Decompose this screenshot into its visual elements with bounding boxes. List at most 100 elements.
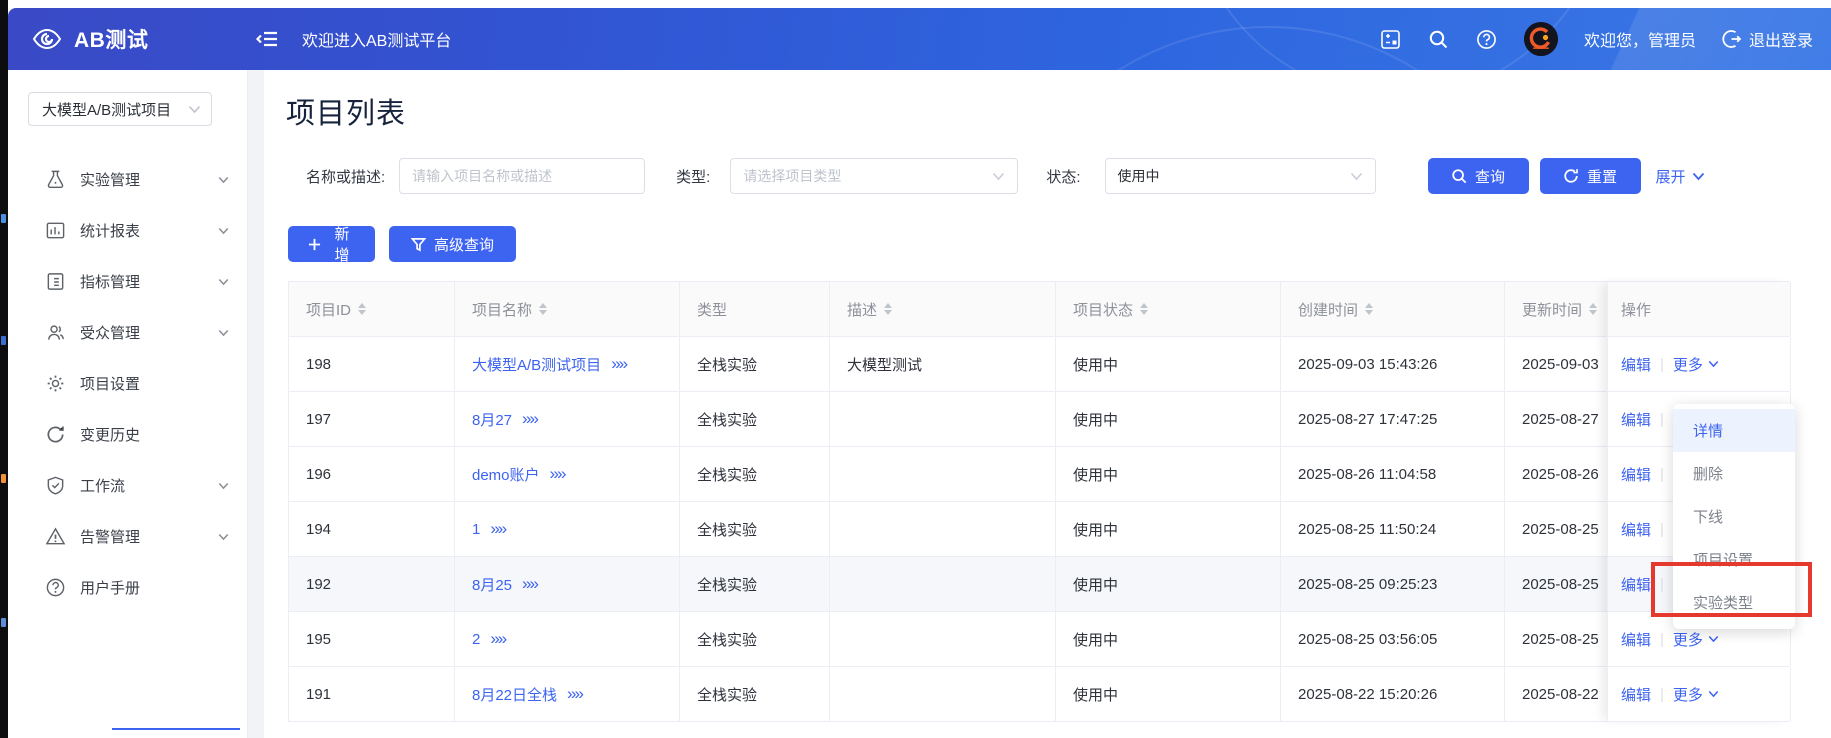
edit-link[interactable]: 编辑 xyxy=(1621,629,1651,650)
project-name-link[interactable]: 8月22日全栈 xyxy=(472,684,557,705)
type-filter-label: 类型: xyxy=(676,166,710,187)
menu-item-删除[interactable]: 删除 xyxy=(1673,452,1795,495)
add-button-label: 新增 xyxy=(329,223,355,265)
metrics-list-icon xyxy=(44,271,66,292)
sidebar-item-受众管理[interactable]: 受众管理 xyxy=(8,307,247,358)
sidebar-item-统计报表[interactable]: 统计报表 xyxy=(8,205,247,256)
status-filter-label: 状态: xyxy=(1046,166,1080,187)
sidebar-item-告警管理[interactable]: 告警管理 xyxy=(8,511,247,562)
type-filter-select[interactable]: 请选择项目类型 xyxy=(730,158,1018,194)
sort-icons[interactable] xyxy=(1140,303,1148,315)
edit-link[interactable]: 编辑 xyxy=(1621,684,1651,705)
topbar: AB测试 欢迎进入AB测试平台 xyxy=(8,8,1831,70)
sort-desc-icon[interactable] xyxy=(1365,310,1373,315)
chevron-down-icon xyxy=(1708,690,1719,698)
cell-desc xyxy=(830,612,1056,666)
sort-asc-icon[interactable] xyxy=(1589,303,1597,308)
sort-asc-icon[interactable] xyxy=(884,303,892,308)
menu-item-实验类型[interactable]: 实验类型 xyxy=(1673,581,1795,624)
column-header-项目名称[interactable]: 项目名称 xyxy=(455,282,680,336)
enter-project-icon[interactable]: »» xyxy=(611,354,626,374)
sidebar-item-指标管理[interactable]: 指标管理 xyxy=(8,256,247,307)
column-header-创建时间[interactable]: 创建时间 xyxy=(1281,282,1505,336)
enter-project-icon[interactable]: »» xyxy=(490,629,505,649)
sidebar-item-变更历史[interactable]: 变更历史 xyxy=(8,409,247,460)
sort-icons[interactable] xyxy=(884,303,892,315)
edit-link[interactable]: 编辑 xyxy=(1621,519,1651,540)
cell-id: 191 xyxy=(289,667,455,721)
table-row-197: 1978月27»»全栈实验使用中2025-08-27 17:47:252025-… xyxy=(289,392,1790,447)
name-filter-label: 名称或描述: xyxy=(306,166,385,187)
sidebar-item-用户手册[interactable]: 用户手册 xyxy=(8,562,247,613)
user-greeting: 欢迎您，管理员 xyxy=(1584,27,1696,51)
more-link[interactable]: 更多 xyxy=(1673,354,1719,375)
edit-link[interactable]: 编辑 xyxy=(1621,354,1651,375)
cell-name: demo账户 »» xyxy=(455,447,680,501)
more-link[interactable]: 更多 xyxy=(1673,629,1719,650)
sort-icons[interactable] xyxy=(539,303,547,315)
more-link[interactable]: 更多 xyxy=(1673,684,1719,705)
enter-project-icon[interactable]: »» xyxy=(490,519,505,539)
sort-icons[interactable] xyxy=(358,303,366,315)
enter-project-icon[interactable]: »» xyxy=(522,409,537,429)
sort-desc-icon[interactable] xyxy=(1140,310,1148,315)
app-canvas: AB测试 欢迎进入AB测试平台 xyxy=(0,0,1831,738)
table-row-195: 1952»»全栈实验使用中2025-08-25 03:56:052025-08-… xyxy=(289,612,1790,667)
menu-item-项目设置[interactable]: 项目设置 xyxy=(1673,538,1795,581)
menu-item-详情[interactable]: 详情 xyxy=(1673,409,1795,452)
status-filter-select[interactable]: 使用中 xyxy=(1105,158,1376,194)
advanced-search-button-label: 高级查询 xyxy=(434,234,494,255)
sidebar-item-工作流[interactable]: 工作流 xyxy=(8,460,247,511)
cell-id: 198 xyxy=(289,337,455,391)
search-button[interactable]: 查询 xyxy=(1428,158,1529,194)
user-avatar[interactable] xyxy=(1524,22,1558,56)
sidebar-item-实验管理[interactable]: 实验管理 xyxy=(8,154,247,205)
enter-project-icon[interactable]: »» xyxy=(522,574,537,594)
sort-desc-icon[interactable] xyxy=(884,310,892,315)
name-filter-input[interactable] xyxy=(412,168,632,184)
sidebar-fold-icon[interactable] xyxy=(254,27,280,51)
project-name-link[interactable]: 8月27 xyxy=(472,409,512,430)
background-window-sliver xyxy=(0,0,8,738)
column-header-项目状态[interactable]: 项目状态 xyxy=(1056,282,1281,336)
help-circle-icon xyxy=(44,577,66,598)
logout-button[interactable]: 退出登录 xyxy=(1722,27,1813,51)
brand-logo[interactable]: AB测试 xyxy=(8,24,240,54)
edit-link[interactable]: 编辑 xyxy=(1621,409,1651,430)
actions-divider: | xyxy=(1660,411,1664,428)
sort-asc-icon[interactable] xyxy=(1365,303,1373,308)
cell-created: 2025-08-25 11:50:24 xyxy=(1281,502,1505,556)
menu-item-下线[interactable]: 下线 xyxy=(1673,495,1795,538)
edit-link[interactable]: 编辑 xyxy=(1621,574,1651,595)
project-name-link[interactable]: 2 xyxy=(472,631,480,648)
sort-icons[interactable] xyxy=(1589,303,1597,315)
project-name-link[interactable]: 大模型A/B测试项目 xyxy=(472,354,601,375)
cell-type: 全栈实验 xyxy=(680,447,830,501)
column-header-项目ID[interactable]: 项目ID xyxy=(289,282,455,336)
sort-desc-icon[interactable] xyxy=(539,310,547,315)
project-name-link[interactable]: 1 xyxy=(472,521,480,538)
sort-desc-icon[interactable] xyxy=(1589,310,1597,315)
add-button[interactable]: 新增 xyxy=(288,226,375,262)
sidebar-item-项目设置[interactable]: 项目设置 xyxy=(8,358,247,409)
enter-project-icon[interactable]: »» xyxy=(567,684,582,704)
enter-project-icon[interactable]: »» xyxy=(550,464,565,484)
edit-link[interactable]: 编辑 xyxy=(1621,464,1651,485)
project-name-link[interactable]: demo账户 xyxy=(472,464,540,485)
project-name-link[interactable]: 8月25 xyxy=(472,574,512,595)
reset-button[interactable]: 重置 xyxy=(1540,158,1641,194)
sort-asc-icon[interactable] xyxy=(539,303,547,308)
components-icon[interactable] xyxy=(1380,28,1402,50)
sort-icons[interactable] xyxy=(1365,303,1373,315)
expand-filters-link[interactable]: 展开 xyxy=(1656,166,1705,187)
sort-asc-icon[interactable] xyxy=(1140,303,1148,308)
help-icon[interactable] xyxy=(1476,28,1498,50)
advanced-search-button[interactable]: 高级查询 xyxy=(389,226,516,262)
sort-desc-icon[interactable] xyxy=(358,310,366,315)
sliver-speck xyxy=(1,214,6,223)
column-header-描述[interactable]: 描述 xyxy=(830,282,1056,336)
project-select[interactable]: 大模型A/B测试项目 xyxy=(28,92,212,126)
sort-asc-icon[interactable] xyxy=(358,303,366,308)
cell-status: 使用中 xyxy=(1056,667,1281,721)
search-icon[interactable] xyxy=(1428,28,1450,50)
